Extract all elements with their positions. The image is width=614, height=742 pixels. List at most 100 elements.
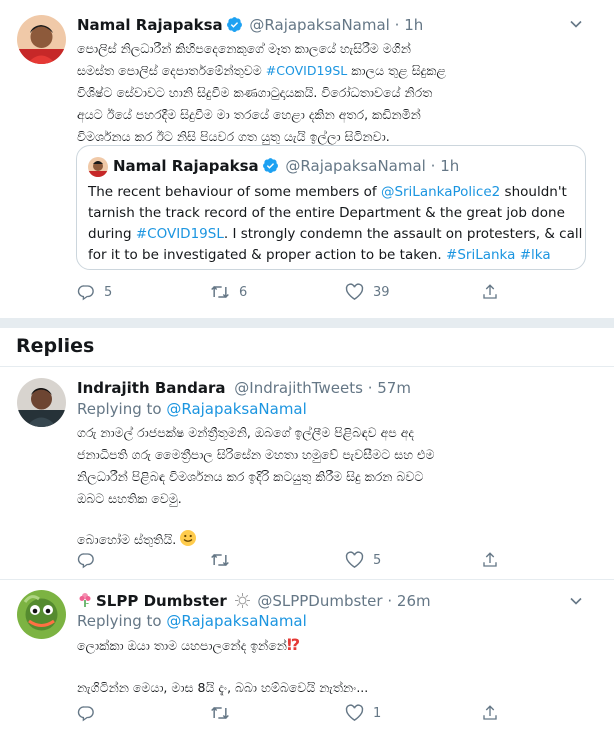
section-divider bbox=[0, 318, 614, 328]
quoted-author-name: Namal Rajapaksa bbox=[113, 157, 259, 175]
tweet-line: ලොක්කා ඔයා තාම යහපාලනේද ඉන්නේ⁉ bbox=[77, 634, 368, 657]
mention-link[interactable]: @RajapaksaNamal bbox=[166, 612, 306, 630]
tweet-line-part: සමස්ත පොලිස් දෙපාර්තමේන්තුවම bbox=[77, 63, 262, 78]
tweet-page: Namal Rajapaksa @RajapaksaNamal · 1h පොල… bbox=[0, 0, 614, 742]
share-icon bbox=[481, 704, 499, 722]
quoted-tweet[interactable]: Namal Rajapaksa @RajapaksaNamal · 1h The… bbox=[76, 145, 586, 270]
author-handle[interactable]: @RajapaksaNamal bbox=[249, 16, 389, 34]
caret-down-icon[interactable] bbox=[568, 16, 584, 36]
mention-link[interactable]: @RajapaksaNamal bbox=[166, 400, 306, 418]
share-icon bbox=[481, 551, 499, 569]
quoted-line: for it to be investigated & proper actio… bbox=[88, 245, 582, 266]
share-button[interactable] bbox=[481, 283, 499, 301]
tweet-line: නැගිටින්න මෙයා, මාස 8යි දැං, බබා හම්බවෙය… bbox=[77, 680, 369, 695]
tweet-actions: 1 bbox=[77, 704, 497, 724]
sun-emoji bbox=[234, 592, 251, 614]
tweet-line: ඔබට සහතික වෙමු. bbox=[77, 491, 182, 506]
retweet-button[interactable] bbox=[210, 551, 230, 569]
timestamp[interactable]: 57m bbox=[377, 379, 411, 397]
tweet-line: නිලධාරීන් පිළිබඳ විමර්ශනය කර ඉදිරි කටයුත… bbox=[77, 469, 424, 484]
interrobang-emoji: ⁉ bbox=[286, 635, 301, 654]
tweet-line: සමස්ත පොලිස් දෙපාර්තමේන්තුවම #COVID19SL … bbox=[77, 60, 446, 82]
retweet-count: 6 bbox=[239, 284, 248, 300]
like-button[interactable]: 1 bbox=[345, 704, 381, 722]
thanks-text: බොහෝම ස්තුතියි. bbox=[77, 532, 177, 547]
author-name[interactable]: Indrajith Bandara bbox=[77, 379, 225, 397]
share-icon bbox=[481, 283, 499, 301]
text-part: for it to be investigated & proper actio… bbox=[88, 247, 447, 263]
separator-dot: · bbox=[367, 379, 373, 397]
reply-tweet[interactable]: SLPP Dumbster @SLPPDumbster · 26m Replyi… bbox=[0, 580, 614, 742]
reply-button[interactable]: 5 bbox=[77, 283, 112, 301]
quoted-header: Namal Rajapaksa @RajapaksaNamal · 1h bbox=[113, 156, 459, 179]
hashtag-link[interactable]: #COVID19SL bbox=[266, 63, 348, 78]
share-button[interactable] bbox=[481, 551, 499, 569]
like-icon bbox=[345, 551, 364, 569]
avatar[interactable] bbox=[17, 590, 66, 639]
text-part: . I strongly condemn the assault on prot… bbox=[223, 226, 583, 242]
like-count: 1 bbox=[373, 705, 382, 721]
quoted-line: during #COVID19SL. I strongly condemn th… bbox=[88, 224, 582, 245]
tweet-line: විශිෂ්ට සේවාවට හානි සිදුවීම කණගාටුදායකයි… bbox=[77, 85, 433, 100]
tweet-text: ගරු නාමල් රාජපක්ෂ මන්ත්‍රීතුමනි, ඔබගේ ඉල… bbox=[77, 422, 434, 551]
tweet-header: Namal Rajapaksa @RajapaksaNamal · 1h bbox=[77, 15, 423, 38]
smile-emoji bbox=[180, 530, 197, 546]
like-icon bbox=[345, 704, 364, 722]
author-handle[interactable]: @SLPPDumbster bbox=[257, 592, 382, 610]
hashtag-link[interactable]: #COVID19SL bbox=[136, 226, 224, 242]
main-tweet[interactable]: Namal Rajapaksa @RajapaksaNamal · 1h පොල… bbox=[0, 0, 614, 320]
like-count: 39 bbox=[373, 284, 390, 300]
hashtag-link[interactable]: #SriLanka bbox=[446, 247, 515, 263]
hashtag-link[interactable]: #lka bbox=[520, 247, 551, 263]
tweet-line: ගරු නාමල් රාජපක්ෂ මන්ත්‍රීතුමනි, ඔබගේ ඉල… bbox=[77, 425, 414, 440]
quoted-avatar[interactable] bbox=[88, 157, 108, 177]
timestamp[interactable]: 1h bbox=[404, 16, 423, 34]
replying-label: Replying to bbox=[77, 400, 162, 418]
author-name[interactable]: SLPP Dumbster bbox=[96, 592, 227, 610]
verified-icon bbox=[262, 157, 279, 179]
avatar[interactable] bbox=[17, 378, 66, 427]
separator-dot: · bbox=[430, 157, 436, 175]
like-icon bbox=[345, 283, 364, 301]
text-part: ලොක්කා ඔයා තාම යහපාලනේද ඉන්නේ bbox=[77, 638, 287, 653]
author-handle[interactable]: @IndrajithTweets bbox=[234, 379, 363, 397]
replying-to: Replying to @RajapaksaNamal bbox=[77, 400, 307, 418]
text-part: during bbox=[88, 226, 136, 242]
replying-label: Replying to bbox=[77, 612, 162, 630]
replying-to: Replying to @RajapaksaNamal bbox=[77, 612, 307, 630]
mention-link[interactable]: @SriLankaPolice2 bbox=[381, 184, 500, 200]
like-button[interactable]: 39 bbox=[345, 283, 390, 301]
tweet-line: ජනාධිපති ගරු මෛත්‍රීපාල සිරිසේන මහතා හමු… bbox=[77, 447, 435, 462]
tweet-line: අයට ඊයේ පහරදීම සිදුවීම මා තරයේ හෙළා දකින… bbox=[77, 107, 421, 122]
tweet-line-part: කාලය තුළ සිදුකළ bbox=[351, 63, 446, 78]
reply-button[interactable] bbox=[77, 551, 95, 569]
tweet-actions: 5 bbox=[77, 551, 497, 571]
retweet-icon bbox=[210, 704, 230, 722]
share-button[interactable] bbox=[481, 704, 499, 722]
retweet-button[interactable] bbox=[210, 704, 230, 722]
reply-button[interactable] bbox=[77, 704, 95, 722]
reply-icon bbox=[77, 283, 95, 301]
reply-header: SLPP Dumbster @SLPPDumbster · 26m bbox=[77, 591, 431, 614]
like-count: 5 bbox=[373, 552, 382, 568]
replies-heading: Replies bbox=[16, 335, 95, 357]
reply-header: Indrajith Bandara @IndrajithTweets · 57m bbox=[77, 378, 411, 398]
reply-tweet[interactable]: Indrajith Bandara @IndrajithTweets · 57m… bbox=[0, 367, 614, 579]
reply-icon bbox=[77, 704, 95, 722]
quoted-line: The recent behaviour of some members of … bbox=[88, 182, 582, 203]
author-name[interactable]: Namal Rajapaksa bbox=[77, 16, 223, 34]
tweet-text: ලොක්කා ඔයා තාම යහපාලනේද ඉන්නේ⁉ නැගිටින්න… bbox=[77, 634, 368, 699]
tweet-line: බොහෝම ස්තුතියි. bbox=[77, 529, 434, 551]
retweet-button[interactable]: 6 bbox=[210, 283, 247, 301]
like-button[interactable]: 5 bbox=[345, 551, 381, 569]
caret-down-icon[interactable] bbox=[568, 593, 584, 613]
tweet-actions: 5 6 39 bbox=[77, 283, 497, 303]
text-part: shouldn't bbox=[500, 184, 567, 200]
separator-dot: · bbox=[394, 16, 400, 34]
avatar[interactable] bbox=[17, 15, 66, 64]
quoted-author-handle: @RajapaksaNamal bbox=[285, 157, 426, 175]
text-part: The recent behaviour of some members of bbox=[88, 184, 381, 200]
timestamp[interactable]: 26m bbox=[397, 592, 431, 610]
